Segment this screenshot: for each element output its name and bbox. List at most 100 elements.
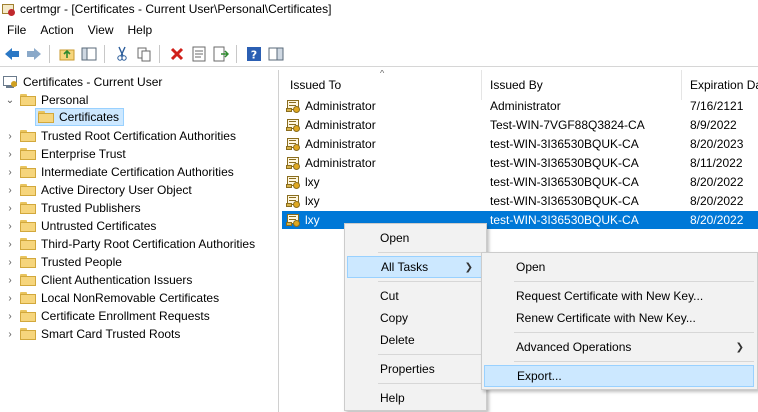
table-row[interactable]: Administrator test-WIN-3I36530BQUK-CA 8/20… [282, 135, 758, 153]
column-label: Expiration Da [690, 78, 758, 92]
chevron-right-icon[interactable]: › [4, 238, 16, 250]
context-open[interactable]: Open [347, 227, 484, 249]
context-properties[interactable]: Properties [347, 358, 484, 380]
toolbar-separator [159, 45, 160, 63]
cell-expiration: 8/11/2022 [690, 156, 743, 170]
context-copy[interactable]: Copy [347, 307, 484, 329]
tree-item-folder[interactable]: › Certificate Enrollment Requests [4, 307, 209, 325]
table-row[interactable]: Administrator Test-WIN-7VGF88Q3824-CA 8/9/… [282, 116, 758, 134]
submenu-advanced-operations[interactable]: Advanced Operations ❯ [484, 336, 754, 358]
submenu-request-new-key[interactable]: Request Certificate with New Key... [484, 285, 754, 307]
delete-icon[interactable] [167, 44, 187, 64]
tree-item-folder[interactable]: › Local NonRemovable Certificates [4, 289, 219, 307]
tree-item-certificates[interactable]: Certificates [35, 108, 125, 126]
context-menu: Open All Tasks ❯ Cut Copy Delete Propert… [344, 223, 487, 411]
cell-issued-to: lxy [286, 192, 320, 210]
forward-icon[interactable] [24, 44, 44, 64]
cell-issued-by: Test-WIN-7VGF88Q3824-CA [490, 118, 645, 132]
chevron-right-icon[interactable]: › [4, 184, 16, 196]
folder-icon [20, 256, 36, 268]
up-folder-icon[interactable] [57, 44, 77, 64]
tree-item-personal[interactable]: ⌄ Personal [4, 91, 89, 109]
issued-to-text: lxy [305, 175, 320, 189]
tree-item-label: Trusted People [41, 255, 122, 269]
certificate-icon [286, 136, 302, 152]
chevron-right-icon[interactable]: › [4, 328, 16, 340]
cell-issued-to: lxy [286, 173, 320, 191]
context-all-tasks[interactable]: All Tasks ❯ [347, 256, 484, 278]
tree-item-folder[interactable]: › Trusted Root Certification Authorities [4, 127, 236, 145]
cut-icon[interactable] [112, 44, 132, 64]
tree-root-label: Certificates - Current User [23, 75, 163, 89]
context-delete[interactable]: Delete [347, 329, 484, 351]
chevron-right-icon[interactable]: › [4, 148, 16, 160]
submenu-advanced-label: Advanced Operations [516, 340, 632, 354]
cell-expiration: 8/20/2022 [690, 213, 744, 227]
menu-separator [378, 383, 482, 384]
certificate-icon [286, 117, 302, 133]
cell-issued-to: lxy [286, 211, 320, 229]
tree-item-folder[interactable]: › Trusted Publishers [4, 199, 140, 217]
submenu-export[interactable]: Export... [484, 365, 754, 387]
menu-action[interactable]: Action [33, 23, 80, 37]
folder-icon [20, 238, 36, 250]
list-header: Issued To ^ Issued By Expiration Da [282, 70, 758, 100]
column-label: Issued To [290, 78, 342, 92]
cell-expiration: 8/20/2022 [690, 194, 744, 208]
tree-item-folder[interactable]: › Third-Party Root Certification Authorit… [4, 235, 255, 253]
tree-item-folder[interactable]: › Intermediate Certification Authorities [4, 163, 234, 181]
chevron-right-icon[interactable]: › [4, 310, 16, 322]
menu-file[interactable]: File [0, 23, 33, 37]
menu-separator [378, 281, 482, 282]
context-help[interactable]: Help [347, 387, 484, 409]
export-list-icon[interactable] [211, 44, 231, 64]
help-icon[interactable]: ? [244, 44, 264, 64]
issued-to-text: Administrator [305, 137, 376, 151]
table-row[interactable]: lxy test-WIN-3I36530BQUK-CA 8/20/2022 [282, 192, 758, 210]
submenu-open[interactable]: Open [484, 256, 754, 278]
column-header-issued-to[interactable]: Issued To ^ [282, 70, 482, 100]
folder-icon [20, 328, 36, 340]
context-cut[interactable]: Cut [347, 285, 484, 307]
chevron-right-icon[interactable]: › [4, 292, 16, 304]
copy-icon[interactable] [134, 44, 154, 64]
tree-item-folder[interactable]: › Untrusted Certificates [4, 217, 156, 235]
certificate-icon [286, 212, 302, 228]
menu-view[interactable]: View [81, 23, 121, 37]
chevron-right-icon[interactable]: › [4, 274, 16, 286]
show-hide-tree-icon[interactable] [79, 44, 99, 64]
cell-issued-to: Administrator [286, 97, 376, 115]
issued-to-text: Administrator [305, 156, 376, 170]
svg-text:?: ? [251, 49, 257, 62]
menu-help[interactable]: Help [121, 23, 160, 37]
tree-root[interactable]: Certificates - Current User [2, 73, 162, 91]
table-row[interactable]: Administrator test-WIN-3I36530BQUK-CA 8/11… [282, 154, 758, 172]
cell-issued-to: Administrator [286, 154, 376, 172]
chevron-down-icon[interactable]: ⌄ [4, 94, 16, 106]
folder-icon [20, 220, 36, 232]
tree-item-folder[interactable]: › Active Directory User Object [4, 181, 191, 199]
properties-icon[interactable] [189, 44, 209, 64]
chevron-right-icon[interactable]: › [4, 130, 16, 142]
chevron-right-icon[interactable]: › [4, 202, 16, 214]
tree-item-folder[interactable]: › Enterprise Trust [4, 145, 126, 163]
table-row[interactable]: lxy test-WIN-3I36530BQUK-CA 8/20/2022 [282, 173, 758, 191]
tree-item-label: Intermediate Certification Authorities [41, 165, 234, 179]
table-row[interactable]: Administrator Administrator 7/16/2121 [282, 97, 758, 115]
chevron-right-icon[interactable]: › [4, 166, 16, 178]
chevron-right-icon[interactable]: › [4, 220, 16, 232]
tree-item-folder[interactable]: › Smart Card Trusted Roots [4, 325, 180, 343]
submenu-renew-new-key[interactable]: Renew Certificate with New Key... [484, 307, 754, 329]
folder-icon [20, 148, 36, 160]
tree-item-folder[interactable]: › Client Authentication Issuers [4, 271, 192, 289]
chevron-right-icon[interactable]: › [4, 256, 16, 268]
action-pane-icon[interactable] [266, 44, 286, 64]
tree-item-label: Enterprise Trust [41, 147, 126, 161]
column-header-expiration[interactable]: Expiration Da [682, 70, 758, 100]
folder-icon [20, 94, 36, 106]
tree-item-folder[interactable]: › Trusted People [4, 253, 122, 271]
back-icon[interactable] [2, 44, 22, 64]
column-header-issued-by[interactable]: Issued By [482, 70, 682, 100]
cell-expiration: 8/9/2022 [690, 118, 737, 132]
sort-ascending-icon: ^ [380, 70, 385, 78]
